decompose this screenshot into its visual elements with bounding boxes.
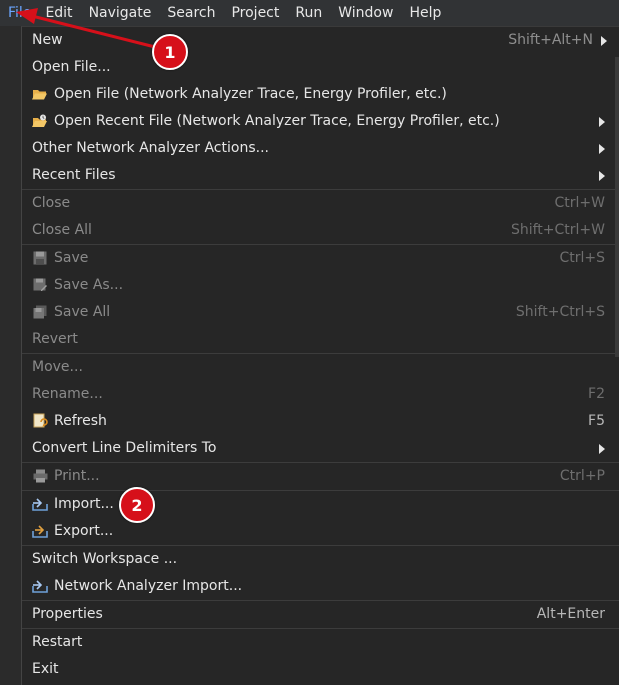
folder-recent-icon [32,113,48,129]
menu-item-import[interactable]: Import... [22,491,619,518]
export-icon [32,523,48,539]
menu-item-label: Refresh [54,413,107,429]
annotation-badge-1: 1 [152,34,188,70]
menu-item-print[interactable]: Print... Ctrl+P [22,463,619,490]
menu-project[interactable]: Project [223,0,287,26]
menu-item-shortcut: Alt+Enter [536,606,605,622]
menu-item-label: Save As... [54,277,124,293]
menu-item-label: Revert [32,331,78,347]
menu-run[interactable]: Run [287,0,330,26]
menu-item-shortcut: F2 [588,386,605,402]
menu-item-properties[interactable]: Properties Alt+Enter [22,601,619,628]
menu-item-refresh[interactable]: Refresh F5 [22,408,619,435]
menu-item-open-recent-network-analyzer[interactable]: Open Recent File (Network Analyzer Trace… [22,108,619,135]
menu-item-label: Rename... [32,386,103,402]
menu-item-close[interactable]: Close Ctrl+W [22,190,619,217]
menu-item-label: Open File... [32,59,111,75]
menu-item-open-file[interactable]: Open File... [22,54,619,81]
menu-item-rename[interactable]: Rename... F2 [22,381,619,408]
menu-item-restart[interactable]: Restart [22,629,619,656]
menu-item-shortcut: Ctrl+P [559,468,605,484]
menu-item-switch-workspace[interactable]: Switch Workspace ... [22,546,619,573]
menu-item-network-analyzer-import[interactable]: Network Analyzer Import... [22,573,619,600]
menu-item-open-file-network-analyzer[interactable]: Open File (Network Analyzer Trace, Energ… [22,81,619,108]
menu-help[interactable]: Help [401,0,449,26]
menu-item-export[interactable]: Export... [22,518,619,545]
menu-item-label: Move... [32,359,83,375]
submenu-arrow-icon [599,117,605,127]
save-all-icon [32,304,48,320]
save-as-icon [32,277,48,293]
menu-item-shortcut: Shift+Ctrl+S [515,304,605,320]
menu-item-save-all[interactable]: Save All Shift+Ctrl+S [22,299,619,326]
menu-item-other-network-analyzer-actions[interactable]: Other Network Analyzer Actions... [22,135,619,162]
submenu-arrow-icon [599,171,605,181]
file-menu-dropdown: New Shift+Alt+N Open File... Open File (… [21,26,619,685]
menu-item-label: Save All [54,304,111,320]
menu-item-label: Print... [54,468,100,484]
menu-item-exit[interactable]: Exit [22,656,619,683]
background-scrollbar [615,57,619,357]
annotation-badge-2: 2 [119,487,155,523]
menu-item-label: Import... [54,496,114,512]
menu-item-convert-line-delimiters[interactable]: Convert Line Delimiters To [22,435,619,462]
submenu-arrow-icon [601,36,607,46]
menu-item-shortcut: Shift+Ctrl+W [510,222,605,238]
menu-navigate[interactable]: Navigate [81,0,160,26]
menu-item-label: Close [32,195,71,211]
menu-item-label: Open File (Network Analyzer Trace, Energ… [54,86,447,102]
submenu-arrow-icon [599,444,605,454]
menu-item-label: Convert Line Delimiters To [32,440,217,456]
menu-item-label: Close All [32,222,92,238]
folder-open-icon [32,86,48,102]
menu-item-label: Properties [32,606,103,622]
submenu-arrow-icon [599,144,605,154]
menu-item-label: Recent Files [32,167,116,183]
menu-search[interactable]: Search [159,0,223,26]
print-icon [32,468,48,484]
menu-item-move[interactable]: Move... [22,354,619,381]
menu-edit[interactable]: Edit [37,0,80,26]
menu-item-label: Exit [32,661,59,677]
menu-file[interactable]: File [0,0,37,26]
menu-item-shortcut: F5 [588,413,605,429]
save-icon [32,250,48,266]
menu-item-new[interactable]: New Shift+Alt+N [22,27,619,54]
menu-item-close-all[interactable]: Close All Shift+Ctrl+W [22,217,619,244]
menu-item-label: Export... [54,523,114,539]
menu-item-shortcut: Shift+Alt+N [508,32,593,48]
menu-item-shortcut: Ctrl+W [554,195,605,211]
menu-item-label: Switch Workspace ... [32,551,178,567]
menu-item-label: Open Recent File (Network Analyzer Trace… [54,113,500,129]
menu-item-shortcut: Ctrl+S [559,250,605,266]
menu-item-label: Save [54,250,89,266]
menu-bar: File Edit Navigate Search Project Run Wi… [0,0,619,26]
menu-item-label: Other Network Analyzer Actions... [32,140,269,156]
menu-item-label: Restart [32,634,83,650]
menu-item-save-as[interactable]: Save As... [22,272,619,299]
import-icon [32,496,48,512]
network-import-icon [32,578,48,594]
menu-window[interactable]: Window [330,0,401,26]
menu-item-revert[interactable]: Revert [22,326,619,353]
menu-item-label: Network Analyzer Import... [54,578,243,594]
refresh-icon [32,413,48,429]
menu-item-recent-files[interactable]: Recent Files [22,162,619,189]
menu-item-save[interactable]: Save Ctrl+S [22,245,619,272]
menu-item-label: New [32,32,63,48]
